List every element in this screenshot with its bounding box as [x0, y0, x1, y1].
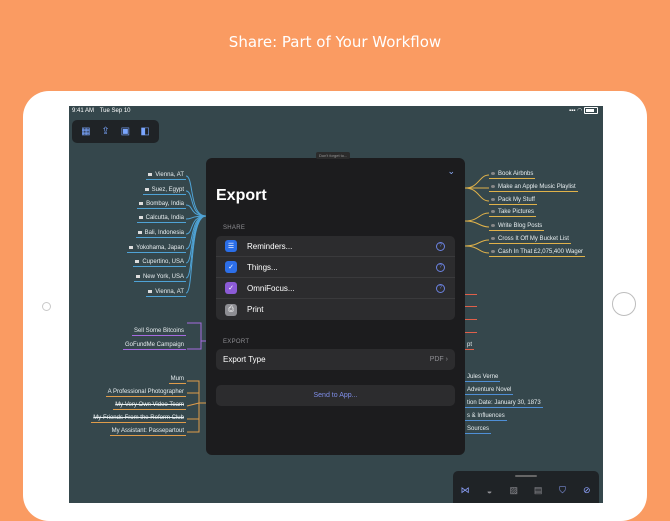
map-node[interactable]: s & Influences	[465, 413, 507, 421]
map-node[interactable]: My Very Own Video Team	[113, 402, 186, 410]
share-list: ☰ Reminders... ? ✓ Things... ? ✓ OmniFoc…	[216, 236, 455, 320]
home-button	[612, 292, 636, 316]
reminders-icon: ☰	[225, 240, 237, 252]
map-node[interactable]: New York, USA	[133, 274, 186, 282]
tooltip: Don't forget to...	[316, 152, 351, 159]
bottom-toolbar: ⋈ ◒ ▨ ▤ ⛉ ⊘	[453, 471, 599, 503]
export-type-label: Export Type	[223, 355, 266, 364]
map-node[interactable]: Jules Verne	[465, 374, 501, 382]
map-node[interactable]: Sell Some Bitcoins	[131, 328, 186, 336]
share-item-label: Things...	[247, 262, 278, 272]
share-item-label: Reminders...	[247, 241, 293, 251]
image-icon[interactable]: ▨	[508, 485, 519, 496]
share-item-things[interactable]: ✓ Things... ?	[216, 257, 455, 278]
map-node[interactable]: Mum	[168, 376, 186, 384]
map-node[interactable]: Pack My Stuff	[489, 197, 537, 205]
map-node[interactable]: Bali, Indonesia	[135, 230, 186, 238]
headline: Share: Part of Your Workflow	[228, 33, 442, 51]
map-node[interactable]: Suez, Egypt	[142, 187, 186, 195]
style-icon[interactable]: ◒	[484, 485, 495, 496]
help-icon[interactable]: ?	[436, 283, 445, 293]
note-icon[interactable]: ▤	[533, 485, 544, 496]
share-item-label: Print	[247, 305, 264, 314]
map-node[interactable]: Cash In That £2,075,400 Wager	[489, 249, 586, 257]
map-node[interactable]: Vienna, AT	[146, 172, 186, 180]
map-node[interactable]: Book Airbnbs	[489, 171, 536, 179]
map-node[interactable]: Bombay, India	[137, 201, 186, 209]
chevron-down-icon[interactable]: ⌄	[447, 166, 455, 177]
filter-icon[interactable]: ⛉	[557, 485, 568, 496]
map-node[interactable]: Sources	[465, 426, 492, 434]
map-node[interactable]: Write Blog Posts	[489, 223, 545, 231]
things-icon: ✓	[225, 261, 237, 273]
share-section-header: SHARE	[223, 225, 246, 231]
map-node[interactable]: My Friends From the Reform Club	[91, 415, 186, 423]
ipad-screen: 9:41 AM Tue Sep 10 ▪▪▪ ◠ ▦ ⇪ ▣ ◧ Vienna,…	[69, 106, 603, 503]
map-node[interactable]: My Assistant: Passepartout	[109, 428, 186, 436]
omnifocus-icon: ✓	[225, 282, 237, 294]
map-node[interactable]: Adventure Novel	[465, 387, 514, 395]
tag-icon[interactable]: ⊘	[581, 485, 592, 496]
map-node[interactable]: Cupertino, USA	[133, 259, 186, 267]
share-item-label: OmniFocus...	[247, 283, 295, 293]
export-sheet: Don't forget to... ⌄ Export SHARE ☰ Remi…	[206, 152, 465, 455]
map-node[interactable]: A Professional Photographer	[105, 389, 186, 397]
map-node[interactable]: Take Pictures	[489, 209, 537, 217]
focus-icon[interactable]: ⋈	[460, 485, 471, 496]
help-icon[interactable]: ?	[436, 241, 445, 251]
send-to-app-button[interactable]: Send to App...	[216, 385, 455, 406]
map-node[interactable]: pt	[465, 342, 475, 350]
printer-icon: ⎙	[225, 303, 237, 316]
map-node[interactable]: Make an Apple Music Playlist	[489, 184, 578, 192]
export-section-header: EXPORT	[223, 339, 250, 345]
map-node[interactable]: Vienna, AT	[146, 289, 186, 297]
chevron-right-icon: ›	[445, 356, 448, 363]
share-item-omnifocus[interactable]: ✓ OmniFocus... ?	[216, 278, 455, 299]
map-node[interactable]: Yokohama, Japan	[127, 245, 186, 253]
export-type-value: PDF	[429, 356, 444, 363]
map-node[interactable]: Calcutta, India	[136, 215, 186, 223]
sheet-title: Export	[216, 187, 267, 204]
share-item-print[interactable]: ⎙ Print	[216, 299, 455, 320]
help-icon[interactable]: ?	[436, 262, 445, 272]
map-node[interactable]: tion Date: January 30, 1873	[465, 400, 543, 408]
map-node[interactable]: Cross It Off My Bucket List	[489, 236, 571, 244]
map-node[interactable]: GoFundMe Campaign	[122, 342, 186, 350]
map-connector	[465, 332, 477, 333]
drag-handle[interactable]	[515, 475, 537, 477]
front-camera	[42, 302, 51, 311]
export-type-row[interactable]: Export Type PDF ›	[216, 349, 455, 370]
map-connector	[465, 294, 477, 295]
map-connector	[465, 319, 477, 320]
share-item-reminders[interactable]: ☰ Reminders... ?	[216, 236, 455, 257]
map-connector	[465, 306, 477, 307]
